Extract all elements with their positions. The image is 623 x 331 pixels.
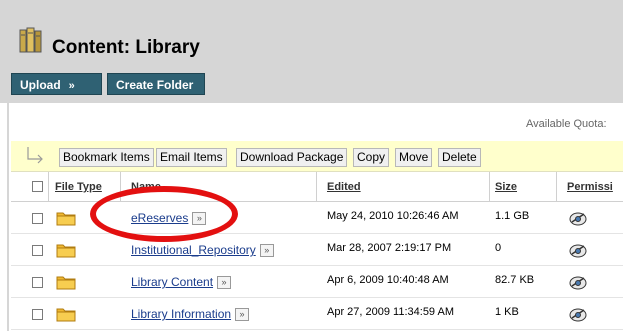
row-checkbox[interactable]: [32, 245, 43, 256]
bookmark-items-button[interactable]: Bookmark Items: [59, 148, 154, 167]
select-all-checkbox[interactable]: [32, 181, 43, 192]
left-divider: [7, 103, 9, 331]
permissions-icon[interactable]: [568, 306, 588, 324]
column-divider: [316, 172, 317, 202]
page-title: Content: Library: [52, 37, 200, 58]
page-header: Content: Library Upload » Create Folder: [0, 0, 623, 103]
row-checkbox[interactable]: [32, 277, 43, 288]
size-header[interactable]: Size: [495, 181, 517, 193]
copy-button[interactable]: Copy: [353, 148, 390, 167]
file-type-header[interactable]: File Type: [55, 181, 102, 193]
upload-label: Upload: [20, 78, 61, 92]
size-value: 82.7 KB: [495, 274, 535, 286]
create-folder-button[interactable]: Create Folder: [107, 73, 205, 95]
item-menu-chevron-icon[interactable]: »: [259, 244, 274, 258]
size-value: 0: [495, 242, 502, 254]
column-divider: [48, 172, 49, 202]
item-name: Library Content: [131, 275, 214, 289]
row-checkbox[interactable]: [32, 213, 43, 224]
bent-arrow-icon: [27, 147, 43, 164]
library-books-icon: [19, 27, 42, 53]
highlight-ellipse: [90, 186, 238, 242]
permissions-icon[interactable]: [568, 210, 588, 228]
table-row: Institutional_Repository» Mar 28, 2007 2…: [11, 234, 623, 266]
move-button[interactable]: Move: [395, 148, 433, 167]
permissions-header[interactable]: Permissi: [567, 181, 613, 193]
row-checkbox[interactable]: [32, 309, 43, 320]
download-package-button[interactable]: Download Package: [236, 148, 348, 167]
item-link[interactable]: Institutional_Repository»: [131, 243, 274, 258]
size-value: 1 KB: [495, 306, 519, 318]
item-name: Institutional_Repository: [131, 243, 256, 257]
available-quota-label: Available Quota:: [526, 118, 607, 130]
folder-icon: [56, 212, 76, 226]
permissions-icon[interactable]: [568, 274, 588, 292]
item-link[interactable]: Library Content»: [131, 275, 232, 290]
upload-button[interactable]: Upload »: [11, 73, 102, 95]
edited-value: Apr 6, 2009 10:40:48 AM: [327, 274, 449, 286]
edited-value: May 24, 2010 10:26:46 AM: [327, 210, 459, 222]
item-menu-chevron-icon[interactable]: »: [217, 276, 232, 290]
column-divider: [556, 172, 557, 202]
folder-icon: [56, 244, 76, 258]
size-value: 1.1 GB: [495, 210, 530, 222]
edited-value: Apr 27, 2009 11:34:59 AM: [327, 306, 454, 318]
edited-value: Mar 28, 2007 2:19:17 PM: [327, 242, 452, 254]
permissions-icon[interactable]: [568, 242, 588, 260]
content-library-page: { "page": { "title": "Content: Library",…: [0, 0, 623, 331]
table-row: Library Content» Apr 6, 2009 10:40:48 AM…: [11, 266, 623, 298]
email-items-button[interactable]: Email Items: [156, 148, 227, 167]
table-row: Library Information» Apr 27, 2009 11:34:…: [11, 298, 623, 330]
edited-header[interactable]: Edited: [327, 181, 361, 193]
delete-button[interactable]: Delete: [438, 148, 481, 167]
item-link[interactable]: Library Information»: [131, 307, 250, 322]
item-menu-chevron-icon[interactable]: »: [235, 308, 250, 322]
folder-icon: [56, 276, 76, 290]
double-chevron-down-icon: »: [68, 80, 75, 92]
action-bar: Bookmark Items Email Items Download Pack…: [11, 141, 623, 172]
item-name: Library Information: [131, 307, 232, 321]
column-divider: [489, 172, 490, 202]
folder-icon: [56, 308, 76, 322]
